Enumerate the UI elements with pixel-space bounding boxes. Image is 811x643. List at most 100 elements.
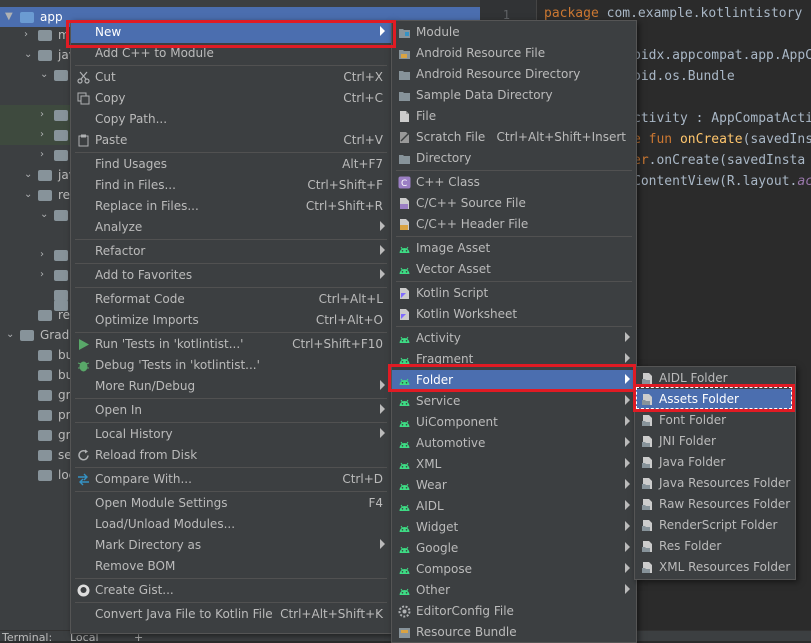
menu-item-c-class[interactable]: C C++ Class	[392, 172, 636, 193]
menu-separator	[396, 326, 632, 327]
code-line: e fun onCreate(savedIns	[633, 132, 811, 147]
menu-item-open-in[interactable]: Open In	[71, 400, 391, 421]
folder-icon	[54, 150, 68, 161]
menu-item-res-folder[interactable]: Res Folder	[635, 536, 795, 557]
menu-item-renderscript-folder[interactable]: RenderScript Folder	[635, 515, 795, 536]
menu-item-aidl[interactable]: AIDL	[392, 496, 636, 517]
kotlin-icon	[398, 308, 411, 321]
menu-item-java-resources-folder[interactable]: Java Resources Folder	[635, 473, 795, 494]
menu-item-run-tests-in-kotlintist[interactable]: Run 'Tests in 'kotlintist...' Ctrl+Shift+…	[71, 334, 391, 355]
menu-item-reload-from-disk[interactable]: Reload from Disk	[71, 445, 391, 466]
menu-item-image-asset[interactable]: Image Asset	[392, 238, 636, 259]
menu-item-copy[interactable]: Copy Ctrl+C	[71, 88, 391, 109]
menu-item-compose[interactable]: Compose	[392, 559, 636, 580]
menu-separator	[75, 491, 387, 492]
menu-item-jni-folder[interactable]: JNI Folder	[635, 431, 795, 452]
scratch-icon	[398, 131, 411, 144]
folder-file-icon	[641, 498, 654, 511]
chevron-right-icon	[380, 269, 385, 279]
menu-item-debug-tests-in-kotlintist[interactable]: Debug 'Tests in 'kotlintist...'	[71, 355, 391, 376]
menu-item-label: Reformat Code	[95, 292, 185, 306]
menu-item-label: Google	[416, 541, 459, 555]
menu-item-label: Open In	[95, 403, 143, 417]
menu-item-label: Android Resource File	[416, 46, 546, 60]
menu-item-label: AIDL Folder	[659, 371, 728, 385]
menu-item-mark-directory-as[interactable]: Mark Directory as	[71, 535, 391, 556]
menu-item-load-unload-modules[interactable]: Load/Unload Modules...	[71, 514, 391, 535]
menu-item-label: Service	[416, 394, 461, 408]
menu-item-add-c-to-module[interactable]: Add C++ to Module	[71, 43, 391, 64]
menu-item-service[interactable]: Service	[392, 391, 636, 412]
menu-item-label: Paste	[95, 133, 128, 147]
menu-item-assets-folder[interactable]: Assets Folder	[635, 389, 795, 410]
menu-item-find-usages[interactable]: Find Usages Alt+F7	[71, 154, 391, 175]
menu-item-kotlin-worksheet[interactable]: Kotlin Worksheet	[392, 304, 636, 325]
menu-item-local-history[interactable]: Local History	[71, 424, 391, 445]
menu-item-paste[interactable]: Paste Ctrl+V	[71, 130, 391, 151]
menu-item-label: Res Folder	[659, 539, 722, 553]
menu-item-more-run-debug[interactable]: More Run/Debug	[71, 376, 391, 397]
android-icon	[398, 542, 411, 555]
menu-item-shortcut: Ctrl+Alt+L	[318, 292, 383, 306]
menu-item-label: Find in Files...	[95, 178, 176, 192]
menu-item-add-to-favorites[interactable]: Add to Favorites	[71, 265, 391, 286]
menu-item-folder[interactable]: Folder	[392, 370, 636, 391]
menu-item-c-c-header-file[interactable]: C/C++ Header File	[392, 214, 636, 235]
menu-item-new[interactable]: New	[71, 22, 391, 43]
chevron-down-icon: ⌄	[40, 69, 49, 80]
menu-item-convert-java-file-to-kotlin-file[interactable]: Convert Java File to Kotlin File Ctrl+Alt…	[71, 604, 391, 625]
menu-item-fragment[interactable]: Fragment	[392, 349, 636, 370]
menu-item-refactor[interactable]: Refactor	[71, 241, 391, 262]
menu-separator	[396, 170, 632, 171]
menu-item-cut[interactable]: Cut Ctrl+X	[71, 67, 391, 88]
menu-item-reformat-code[interactable]: Reformat Code Ctrl+Alt+L	[71, 289, 391, 310]
menu-item-remove-bom[interactable]: Remove BOM	[71, 556, 391, 577]
menu-item-label: Image Asset	[416, 241, 491, 255]
menu-item-open-module-settings[interactable]: Open Module Settings F4	[71, 493, 391, 514]
menu-item-copy-path[interactable]: Copy Path...	[71, 109, 391, 130]
android-icon	[398, 437, 411, 450]
menu-item-vector-asset[interactable]: Vector Asset	[392, 259, 636, 280]
menu-item-kotlin-script[interactable]: Kotlin Script	[392, 283, 636, 304]
menu-item-label: Android Resource Directory	[416, 67, 581, 81]
menu-item-widget[interactable]: Widget	[392, 517, 636, 538]
menu-item-find-in-files[interactable]: Find in Files... Ctrl+Shift+F	[71, 175, 391, 196]
menu-item-automotive[interactable]: Automotive	[392, 433, 636, 454]
menu-item-c-c-source-file[interactable]: C/C++ Source File	[392, 193, 636, 214]
menu-item-label: Module	[416, 25, 460, 39]
menu-item-replace-in-files[interactable]: Replace in Files... Ctrl+Shift+R	[71, 196, 391, 217]
menu-item-uicomponent[interactable]: UiComponent	[392, 412, 636, 433]
menu-item-activity[interactable]: Activity	[392, 328, 636, 349]
menu-item-wear[interactable]: Wear	[392, 475, 636, 496]
menu-separator	[75, 422, 387, 423]
menu-item-file[interactable]: File	[392, 106, 636, 127]
menu-item-sample-data-directory[interactable]: Sample Data Directory	[392, 85, 636, 106]
menu-item-raw-resources-folder[interactable]: Raw Resources Folder	[635, 494, 795, 515]
menu-item-label: Scratch File	[416, 130, 486, 144]
folder-submenu: AIDL Folder Assets Folder Font Folder JNI F…	[634, 366, 796, 580]
menu-item-compare-with[interactable]: Compare With... Ctrl+D	[71, 469, 391, 490]
menu-item-android-resource-directory[interactable]: Android Resource Directory	[392, 64, 636, 85]
menu-item-xml[interactable]: XML	[392, 454, 636, 475]
menu-item-label: JNI Folder	[659, 434, 716, 448]
menu-item-xml-resources-folder[interactable]: XML Resources Folder	[635, 557, 795, 578]
menu-item-directory[interactable]: Directory	[392, 148, 636, 169]
menu-item-java-folder[interactable]: Java Folder	[635, 452, 795, 473]
menu-item-editorconfig-file[interactable]: EditorConfig File	[392, 601, 636, 622]
menu-item-create-gist[interactable]: Create Gist...	[71, 580, 391, 601]
menu-item-analyze[interactable]: Analyze	[71, 217, 391, 238]
menu-separator	[75, 332, 387, 333]
menu-item-aidl-folder[interactable]: AIDL Folder	[635, 368, 795, 389]
menu-item-android-resource-file[interactable]: Android Resource File	[392, 43, 636, 64]
menu-item-optimize-imports[interactable]: Optimize Imports Ctrl+Alt+O	[71, 310, 391, 331]
folder-file-icon	[641, 561, 654, 574]
chevron-right-icon: ›	[40, 249, 44, 260]
menu-item-font-folder[interactable]: Font Folder	[635, 410, 795, 431]
menu-item-other[interactable]: Other	[392, 580, 636, 601]
menu-item-scratch-file[interactable]: Scratch File Ctrl+Alt+Shift+Insert	[392, 127, 636, 148]
menu-item-label: Activity	[416, 331, 461, 345]
menu-item-shortcut: Ctrl+Shift+F10	[292, 337, 383, 351]
menu-item-label: Compare With...	[95, 472, 192, 486]
menu-item-google[interactable]: Google	[392, 538, 636, 559]
menu-item-module[interactable]: Module	[392, 22, 636, 43]
